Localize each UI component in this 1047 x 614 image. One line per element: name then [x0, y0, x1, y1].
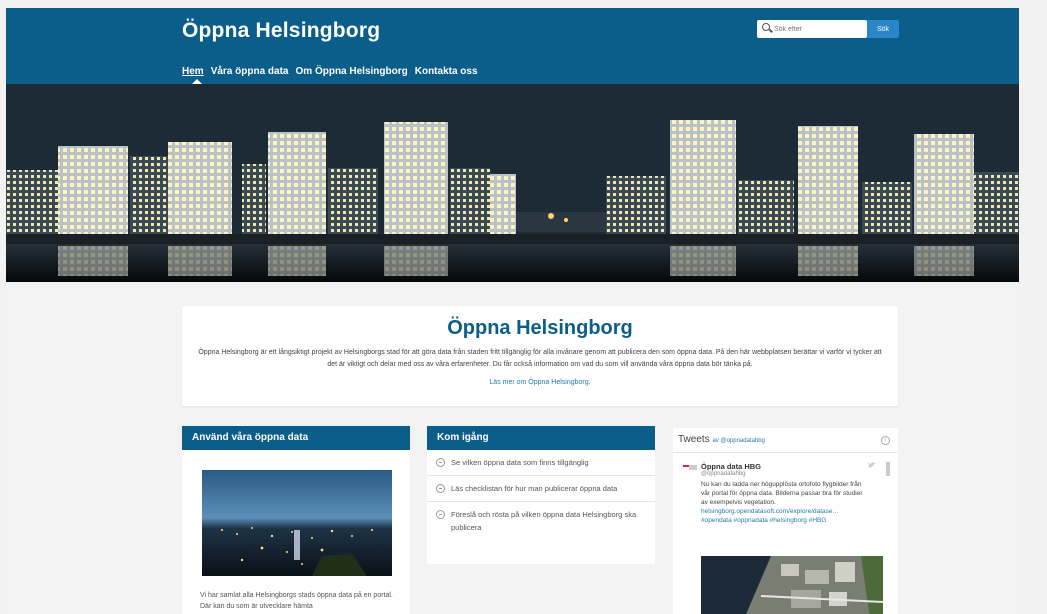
- main-nav: Hem Våra öppna data Om Öppna Helsingborg…: [182, 66, 478, 77]
- nav-item-kontakta-oss[interactable]: Kontakta oss: [415, 66, 478, 77]
- list-item-label: Se vilken öppna data som finns tillgängl…: [451, 458, 589, 467]
- get-started-list: Se vilken öppna data som finns tillgängl…: [427, 450, 655, 540]
- list-item[interactable]: Föreslå och rösta på vilken öppna data H…: [427, 502, 655, 540]
- arrow-circle-icon: [436, 510, 445, 519]
- list-item-label: Föreslå och rösta på vilken öppna data H…: [451, 510, 637, 532]
- tweet-author-name[interactable]: Öppna data HBG: [701, 462, 761, 471]
- list-item[interactable]: Se vilken öppna data som finns tillgängl…: [427, 450, 655, 476]
- nav-item-vara-oppna-data[interactable]: Våra öppna data: [211, 66, 289, 77]
- nav-item-om-oppna-helsingborg[interactable]: Om Öppna Helsingborg: [296, 66, 408, 77]
- site-title[interactable]: Öppna Helsingborg: [182, 19, 380, 43]
- site-header: Öppna Helsingborg Sök Hem Våra öppna dat…: [6, 8, 1019, 84]
- nav-item-hem[interactable]: Hem: [182, 66, 204, 77]
- tweet-text: Nu kan du ladda ner högupplösta ortofoto…: [701, 480, 871, 525]
- tweet-links[interactable]: helsingborg.opendatasoft.com/explore/dat…: [701, 508, 839, 524]
- divider: [673, 452, 898, 453]
- arrow-circle-icon: [436, 484, 445, 493]
- tweets-widget: Tweets av @oppnadatahbg i Öppna data HBG…: [673, 428, 898, 614]
- use-open-data-text: Vi har samlat alla Helsingborgs stads öp…: [200, 592, 393, 610]
- search-box[interactable]: [757, 20, 867, 38]
- card-title: Använd våra öppna data: [182, 426, 410, 450]
- tweets-title: Tweets: [678, 434, 710, 445]
- tweet-body: Nu kan du ladda ner högupplösta ortofoto…: [701, 481, 863, 506]
- twitter-bird-icon[interactable]: [868, 462, 876, 468]
- read-more-link[interactable]: Läs mer om Öppna Helsingborg.: [182, 379, 898, 386]
- tweets-by-link[interactable]: av @oppnadatahbg: [712, 438, 764, 444]
- info-icon[interactable]: i: [881, 436, 890, 445]
- list-item-label: Läs checklistan för hur man publicerar ö…: [451, 484, 618, 493]
- intro-heading: Öppna Helsingborg: [447, 317, 633, 339]
- avatar[interactable]: [683, 462, 697, 472]
- hero-image: [6, 84, 1019, 282]
- tweets-header: Tweets av @oppnadatahbg: [678, 434, 765, 445]
- arrow-circle-icon: [436, 458, 445, 467]
- hero-cityscape: [6, 84, 1019, 282]
- intro-card: Öppna Helsingborg Öppna Helsingborg är e…: [182, 306, 898, 406]
- city-night-photo: [202, 470, 392, 576]
- get-started-card: Kom igång Se vilken öppna data som finns…: [427, 426, 655, 564]
- tweet-author-handle[interactable]: @oppnadatahbg: [701, 471, 745, 477]
- search-button[interactable]: Sök: [867, 20, 899, 38]
- avatar-grey-mark: [689, 465, 697, 470]
- scrollbar[interactable]: [886, 462, 890, 476]
- tweet-aerial-image[interactable]: [701, 556, 883, 614]
- use-open-data-card: Använd våra öppna data Vi har samlat all…: [182, 426, 410, 614]
- page: Öppna Helsingborg Sök Hem Våra öppna dat…: [6, 8, 1019, 614]
- list-item[interactable]: Läs checklistan för hur man publicerar ö…: [427, 476, 655, 502]
- search-input[interactable]: [772, 21, 866, 38]
- card-title: Kom igång: [427, 426, 655, 450]
- intro-text: Öppna Helsingborg är ett långsiktigt pro…: [198, 349, 882, 368]
- search-icon: [762, 23, 770, 31]
